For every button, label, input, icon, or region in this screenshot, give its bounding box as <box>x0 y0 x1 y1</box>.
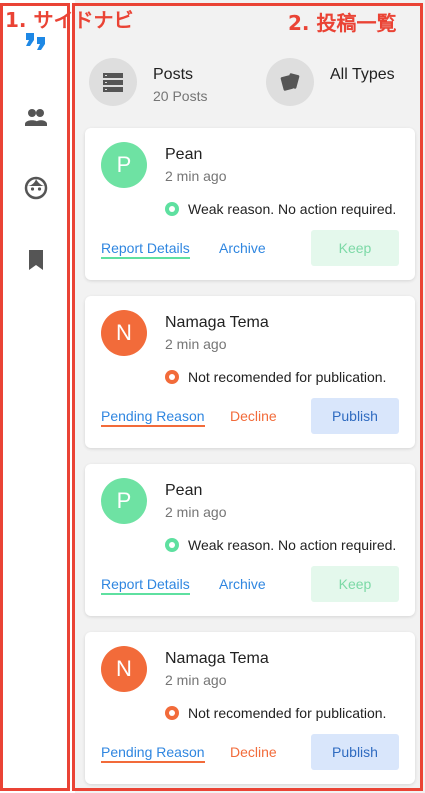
list-annotation: 2. 投稿一覧 <box>288 11 397 35</box>
sidebar-annotation: 1. サイドナビ <box>5 8 134 32</box>
list-highlight <box>72 3 423 791</box>
sidebar-highlight <box>0 3 70 791</box>
